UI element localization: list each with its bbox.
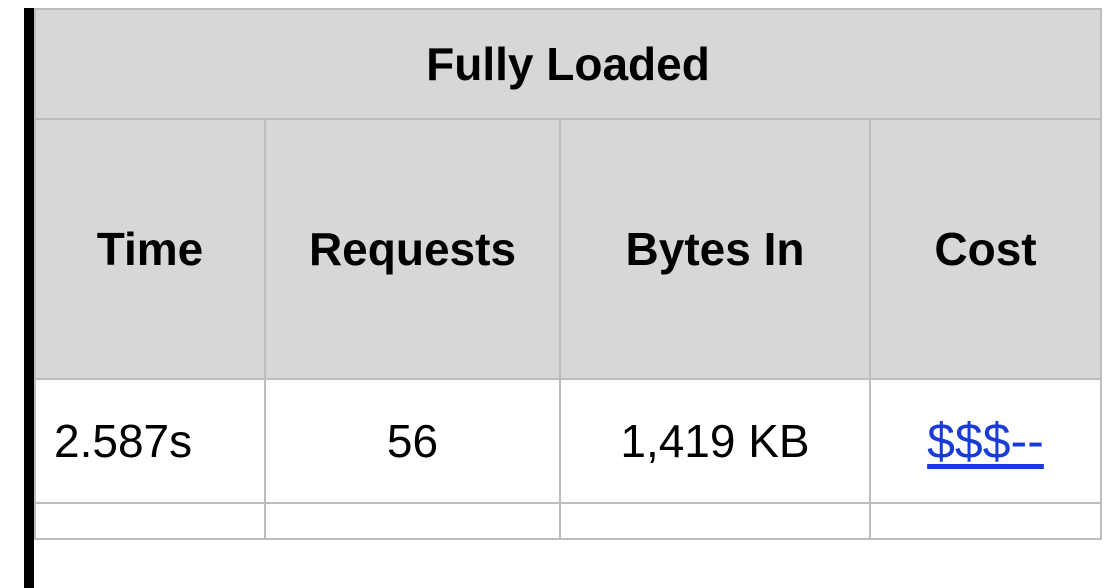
value-time: 2.587s	[35, 379, 265, 503]
cost-link[interactable]: $$$--	[927, 413, 1044, 469]
col-header-bytes-in: Bytes In	[560, 119, 870, 379]
col-header-cost: Cost	[870, 119, 1101, 379]
peek-cell	[265, 503, 560, 539]
fully-loaded-metrics-table: Fully Loaded Time Requests Bytes In Cost…	[34, 8, 1102, 540]
table-group-header-row: Fully Loaded	[35, 9, 1101, 119]
group-header-fully-loaded: Fully Loaded	[35, 9, 1101, 119]
value-bytes-in: 1,419 KB	[560, 379, 870, 503]
value-requests: 56	[265, 379, 560, 503]
table-row	[35, 503, 1101, 539]
left-rule	[24, 8, 34, 588]
value-cost: $$$--	[870, 379, 1101, 503]
col-header-time: Time	[35, 119, 265, 379]
peek-cell	[560, 503, 870, 539]
peek-cell	[870, 503, 1101, 539]
table-column-header-row: Time Requests Bytes In Cost	[35, 119, 1101, 379]
table-row: 2.587s 56 1,419 KB $$$--	[35, 379, 1101, 503]
col-header-requests: Requests	[265, 119, 560, 379]
peek-cell	[35, 503, 265, 539]
